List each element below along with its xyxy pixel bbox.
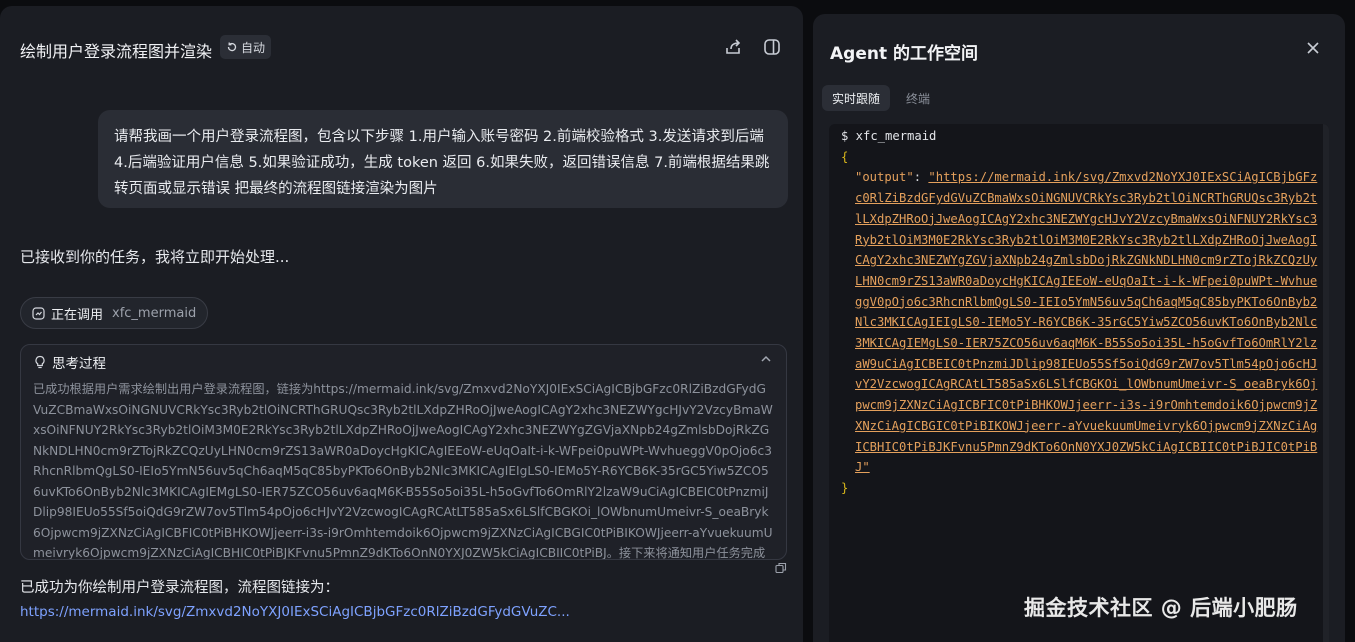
terminal-command: $ xfc_mermaid	[841, 129, 937, 143]
copy-icon[interactable]	[775, 562, 787, 574]
terminal-scrollbar[interactable]	[1323, 124, 1329, 642]
tool-call-label: 正在调用	[51, 307, 104, 323]
user-message-bubble: 请帮我画一个用户登录流程图，包含以下步骤 1.用户输入账号密码 2.前端校验格式…	[98, 110, 788, 208]
json-key: "output"	[855, 170, 914, 185]
tab-terminal[interactable]: 终端	[896, 85, 940, 111]
json-colon: :	[913, 170, 929, 185]
workspace-tabs: 实时跟随 终端	[822, 85, 940, 111]
auto-mode-badge[interactable]: 自动	[220, 35, 272, 59]
workspace-panel: Agent 的工作空间 实时跟随 终端 $ xfc_mermaid { "out…	[813, 14, 1345, 642]
refresh-icon	[227, 42, 237, 52]
app-root: 绘制用户登录流程图并渲染 自动 请帮我画一个用户登录流程图，包含以下步骤 1.用…	[0, 0, 1355, 642]
assistant-ack-text: 已接收到你的任务，我将立即开始处理...	[20, 248, 290, 266]
tool-call-name: xfc_mermaid	[112, 305, 197, 321]
chat-panel: 绘制用户登录流程图并渲染 自动 请帮我画一个用户登录流程图，包含以下步骤 1.用…	[0, 6, 803, 642]
lightbulb-icon	[35, 355, 45, 369]
json-output-line: "output": "https://mermaid.ink/svg/Zmxvd…	[855, 167, 1323, 478]
chevron-up-icon[interactable]	[759, 352, 773, 366]
auto-badge-label: 自动	[241, 40, 266, 55]
workspace-title: Agent 的工作空间	[830, 44, 979, 64]
terminal-output: $ xfc_mermaid { "output": "https://merma…	[829, 124, 1329, 642]
tool-icon	[32, 306, 45, 320]
watermark-text: 掘金技术社区 @ 后端小肥肠	[1024, 596, 1298, 620]
sidebar-toggle-icon[interactable]	[762, 37, 782, 57]
json-open-brace: {	[841, 149, 849, 164]
json-close-brace: }	[841, 480, 849, 495]
json-output-url[interactable]: "https://mermaid.ink/svg/Zmxvd2NoYXJ0IEx…	[855, 170, 1317, 474]
thinking-body: 已成功根据用户需求绘制出用户登录流程图，链接为https://mermaid.i…	[33, 382, 773, 559]
thinking-title: 思考过程	[52, 356, 106, 372]
tab-live-follow[interactable]: 实时跟随	[822, 85, 891, 111]
assistant-done-text: 已成功为你绘制用户登录流程图，流程图链接为：	[20, 580, 339, 596]
share-icon[interactable]	[723, 37, 743, 57]
chat-title: 绘制用户登录流程图并渲染	[20, 42, 213, 61]
flowchart-link[interactable]: https://mermaid.ink/svg/Zmxvd2NoYXJ0IExS…	[20, 604, 600, 620]
tool-call-pill[interactable]: 正在调用 xfc_mermaid	[20, 297, 209, 329]
thinking-header[interactable]: 思考过程	[33, 351, 774, 373]
chat-header: 绘制用户登录流程图并渲染 自动	[20, 34, 783, 74]
thinking-panel: 思考过程 已成功根据用户需求绘制出用户登录流程图，链接为https://merm…	[20, 344, 787, 560]
close-icon[interactable]	[1306, 41, 1320, 55]
